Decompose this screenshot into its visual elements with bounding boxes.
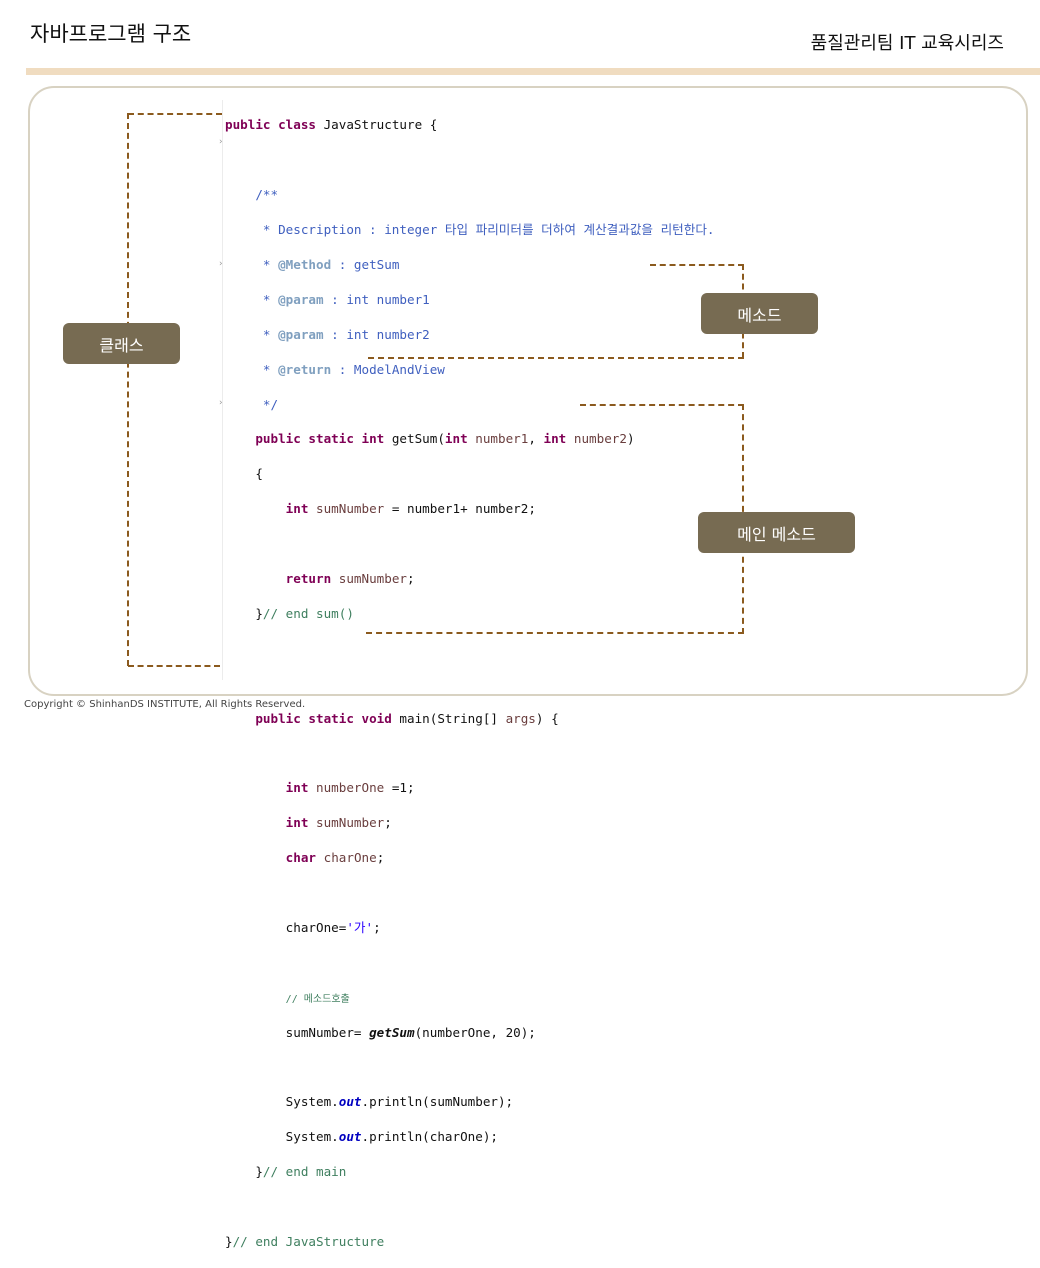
code-line: int sumNumber;: [285, 815, 392, 831]
method-bracket-bottom: [368, 357, 744, 359]
main-method-label: 메인 메소드: [698, 512, 855, 553]
class-bracket-top: [128, 113, 222, 115]
code-line: }// end sum(): [225, 605, 354, 621]
code-line: {: [225, 466, 263, 482]
code-line: public static int getSum(int number1, in…: [255, 431, 635, 447]
copyright: Copyright © ShinhanDS INSTITUTE, All Rig…: [24, 699, 306, 710]
code-line: }// end main: [225, 1164, 347, 1180]
code-line: System.out.println(sumNumber);: [285, 1094, 514, 1110]
fold-marker-main: ›: [218, 398, 224, 408]
fold-marker-doc: ›: [218, 137, 224, 147]
code-line: * Description : integer 타입 파리미터를 더하여 계산결…: [225, 222, 715, 238]
code-line: * @return : ModelAndView: [225, 361, 445, 377]
main-bracket-top: [580, 404, 744, 406]
editor-gutter: [222, 100, 223, 680]
code-line: char charOne;: [285, 850, 385, 866]
code-line: int numberOne =1;: [285, 780, 415, 796]
code-line: public class JavaStructure {: [225, 117, 438, 133]
code-line: System.out.println(charOne);: [285, 1129, 498, 1145]
class-bracket-bottom: [128, 665, 220, 667]
code-block: public class JavaStructure { /** * Descr…: [225, 99, 715, 1268]
code-line: }// end JavaStructure: [225, 1233, 385, 1249]
code-line: return sumNumber;: [285, 571, 415, 587]
code-line: int sumNumber = number1+ number2;: [285, 501, 536, 517]
code-line: charOne='가';: [285, 919, 381, 935]
code-line: * @Method : getSum: [225, 257, 400, 273]
method-bracket-top: [650, 264, 744, 266]
code-line: * @param : int number1: [225, 291, 430, 307]
main-bracket-bottom: [366, 632, 744, 634]
method-label: 메소드: [701, 293, 818, 334]
class-label: 클래스: [63, 323, 180, 364]
code-line: * @param : int number2: [225, 326, 430, 342]
fold-marker-getsum: ›: [218, 259, 224, 269]
code-line: /**: [225, 187, 279, 203]
code-line: public static void main(String[] args) {: [255, 710, 559, 726]
code-line: // 메소드호출: [285, 993, 350, 1005]
series-title: 품질관리팀 IT 교육시리즈: [810, 33, 1004, 54]
class-bracket-side: [127, 113, 129, 666]
page-title: 자바프로그램 구조: [30, 22, 192, 46]
accent-bar: [26, 68, 1040, 75]
code-line: sumNumber= getSum(numberOne, 20);: [285, 1024, 536, 1040]
